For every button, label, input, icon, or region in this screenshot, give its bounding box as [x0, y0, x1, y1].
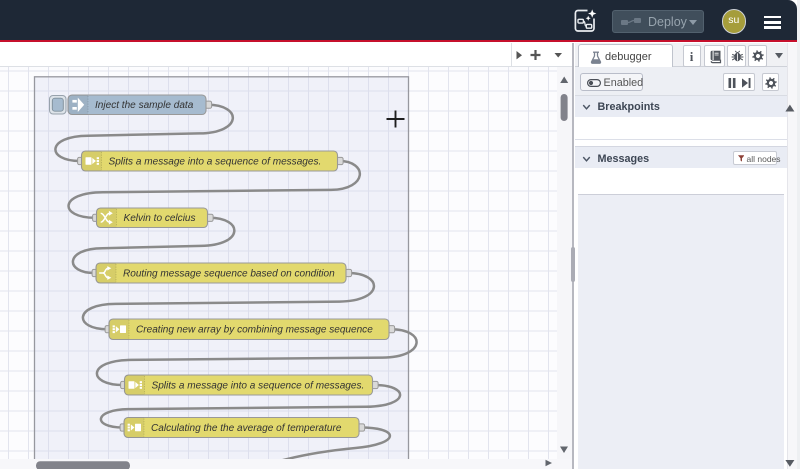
svg-text:Inject the sample data: Inject the sample data [95, 100, 194, 111]
svg-text:Splits a message into a sequen: Splits a message into a sequence of mess… [109, 156, 322, 167]
svg-text:Creating new array by combinin: Creating new array by combining message … [136, 324, 373, 335]
svg-text:Kelvin to celcius: Kelvin to celcius [124, 213, 196, 224]
svg-text:Splits a message into a sequen: Splits a message into a sequence of mess… [152, 380, 365, 391]
svg-text:Routing message sequence based: Routing message sequence based on condit… [123, 268, 335, 279]
svg-text:Calculating the the average of: Calculating the the average of temperatu… [151, 422, 342, 433]
